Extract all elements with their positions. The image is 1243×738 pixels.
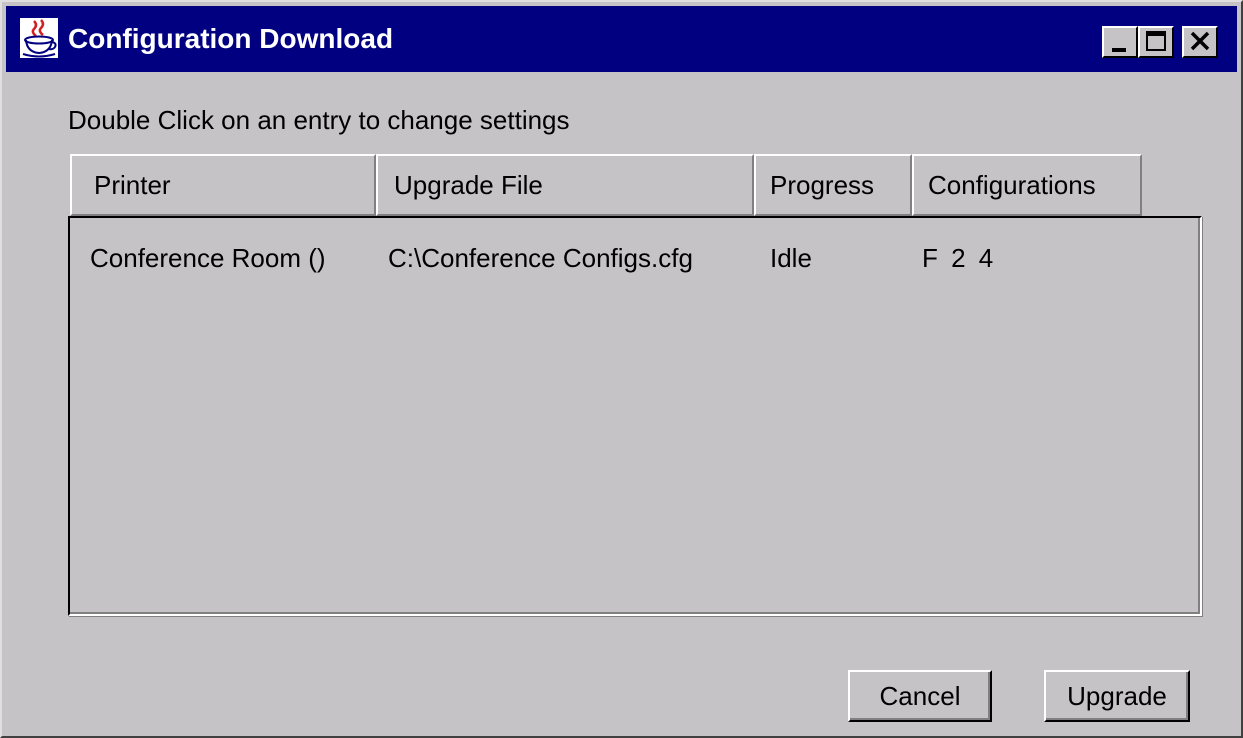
printer-table[interactable]: Conference Room () C:\Conference Configs… (68, 216, 1202, 616)
column-header-upgrade-file[interactable]: Upgrade File (376, 154, 754, 216)
cancel-button[interactable]: Cancel (848, 670, 992, 722)
column-header-configurations[interactable]: Configurations (912, 154, 1142, 216)
column-header-label: Configurations (928, 170, 1096, 200)
configuration-download-window: Configuration Download Double Click on a… (0, 0, 1243, 738)
table-row[interactable]: Conference Room () C:\Conference Configs… (70, 240, 1198, 276)
instruction-text: Double Click on an entry to change setti… (68, 105, 570, 135)
column-header-label: Upgrade File (394, 170, 543, 200)
maximize-button[interactable] (1138, 26, 1174, 58)
minimize-icon (1112, 48, 1126, 52)
title-bar[interactable]: Configuration Download (6, 6, 1237, 72)
cell-upgrade-file: C:\Conference Configs.cfg (388, 243, 693, 273)
column-header-label: Progress (770, 170, 875, 200)
column-header-label: Printer (94, 170, 171, 200)
cell-printer: Conference Room () (90, 243, 326, 273)
maximize-icon (1146, 31, 1166, 51)
close-button[interactable] (1182, 26, 1218, 58)
minimize-button[interactable] (1102, 26, 1138, 58)
cell-configurations: F 2 4 (922, 243, 994, 273)
table-body: Conference Room () C:\Conference Configs… (70, 218, 1200, 614)
window-title: Configuration Download (68, 23, 394, 54)
upgrade-button[interactable]: Upgrade (1044, 670, 1190, 722)
column-header-progress[interactable]: Progress (754, 154, 912, 216)
close-icon (1190, 31, 1210, 51)
java-cup-icon (20, 18, 58, 58)
cell-progress: Idle (770, 243, 812, 273)
column-header-printer[interactable]: Printer (70, 154, 376, 216)
